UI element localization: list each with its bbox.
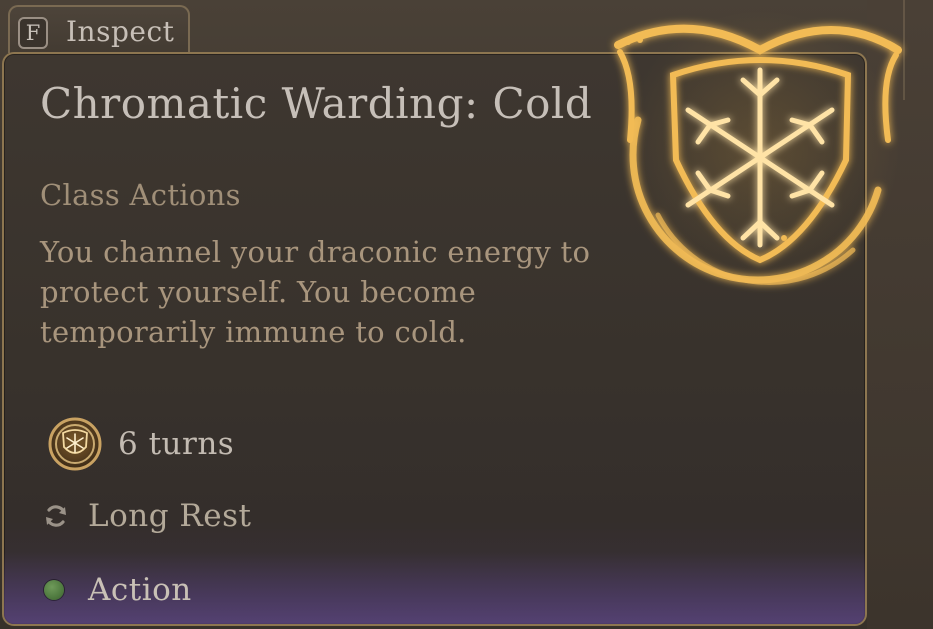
- snowflake-shield-icon: [48, 417, 102, 471]
- recharge-row: Long Rest: [40, 494, 251, 538]
- action-cost-row: Action: [44, 568, 192, 612]
- tooltip-stage: F Inspect Chromatic Warding: Cold Class …: [0, 0, 933, 629]
- inspect-label: Inspect: [66, 15, 175, 48]
- duration-text: 6 turns: [118, 426, 235, 462]
- inspect-tab[interactable]: F Inspect: [8, 5, 190, 53]
- spell-category: Class Actions: [40, 178, 241, 212]
- spell-description: You channel your draconic energy to prot…: [40, 235, 591, 349]
- spell-title: Chromatic Warding: Cold: [40, 79, 593, 128]
- inspect-key-badge: F: [18, 17, 48, 49]
- refresh-icon: [46, 505, 66, 527]
- chromatic-warding-emblem-icon: [614, 10, 902, 290]
- action-cost-text: Action: [88, 572, 192, 608]
- recharge-text: Long Rest: [88, 498, 252, 534]
- duration-row: 6 turns: [48, 416, 234, 472]
- action-dot-icon: [44, 580, 64, 600]
